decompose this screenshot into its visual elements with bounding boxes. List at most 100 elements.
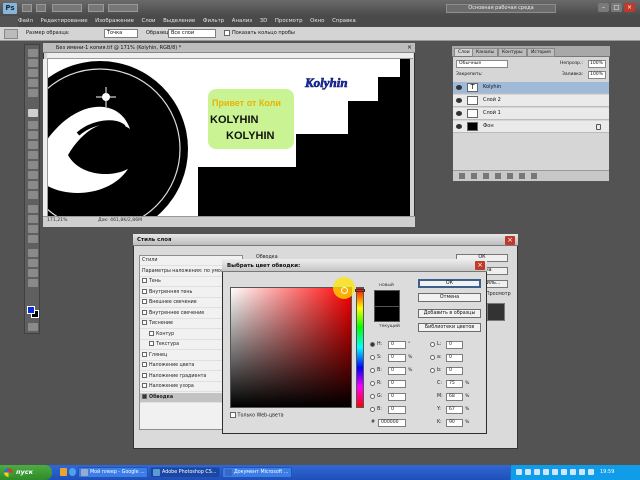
foreground-color-swatch[interactable] <box>27 306 35 314</box>
path-select-tool-icon[interactable] <box>28 225 38 233</box>
zoom-tool-icon[interactable] <box>28 279 38 287</box>
style-checkbox[interactable] <box>142 288 147 294</box>
style-checkbox[interactable] <box>142 299 147 304</box>
document-close-icon[interactable]: × <box>407 44 412 51</box>
l-input[interactable]: 0 <box>446 341 463 349</box>
3d-rotate-tool-icon[interactable] <box>28 249 38 257</box>
menu-window[interactable]: Окно <box>310 16 324 27</box>
menu-3d[interactable]: 3D <box>260 16 268 27</box>
clone-stamp-tool-icon[interactable] <box>28 141 38 149</box>
hue-slider-marker[interactable] <box>355 289 365 292</box>
style-checkbox[interactable] <box>142 278 147 283</box>
green-radio[interactable] <box>370 394 375 399</box>
link-layers-icon[interactable] <box>459 173 465 179</box>
tray-icon[interactable] <box>534 469 540 475</box>
type-tool-icon[interactable] <box>28 215 38 223</box>
picker-ok-button[interactable]: ОК <box>418 279 481 288</box>
eye-icon[interactable] <box>456 85 462 90</box>
sample-size-select[interactable]: Точка <box>104 29 138 38</box>
new-layer-icon[interactable] <box>519 173 525 179</box>
menu-select[interactable]: Выделение <box>163 16 195 27</box>
quick-select-tool-icon[interactable] <box>28 79 38 87</box>
quicklaunch-folder-icon[interactable] <box>60 468 67 476</box>
current-color-swatch[interactable] <box>374 307 400 322</box>
red-radio[interactable] <box>370 381 375 386</box>
gradient-tool-icon[interactable] <box>28 171 38 179</box>
a-input[interactable]: 0 <box>446 354 463 362</box>
shape-tool-icon[interactable] <box>28 235 38 243</box>
s-input[interactable]: 0 <box>388 354 406 362</box>
tab-history[interactable]: История <box>527 48 555 57</box>
close-icon[interactable]: × <box>624 3 635 12</box>
eye-icon[interactable] <box>456 98 462 103</box>
history-brush-tool-icon[interactable] <box>28 151 38 159</box>
hex-input[interactable]: 000000 <box>378 419 406 427</box>
tray-icon[interactable] <box>525 469 531 475</box>
tray-icon[interactable] <box>570 469 576 475</box>
style-checkbox[interactable] <box>149 341 154 346</box>
menu-view[interactable]: Просмотр <box>275 16 303 27</box>
extras-dropdown[interactable] <box>52 4 82 12</box>
layer-style-close-icon[interactable]: × <box>505 236 515 245</box>
saturation-radio[interactable] <box>370 355 375 360</box>
pen-tool-icon[interactable] <box>28 205 38 213</box>
blue-input[interactable]: 0 <box>388 406 406 414</box>
move-tool-icon[interactable] <box>28 49 38 57</box>
color-libraries-button[interactable]: Библиотеки цветов <box>418 323 481 332</box>
menu-analysis[interactable]: Анализ <box>232 16 252 27</box>
b-lab-radio[interactable] <box>430 368 435 373</box>
m-input[interactable]: 68 <box>446 393 463 401</box>
fill-input[interactable]: 100% <box>588 71 606 79</box>
show-ring-checkbox[interactable] <box>224 30 230 37</box>
menu-layers[interactable]: Слои <box>142 16 156 27</box>
eraser-tool-icon[interactable] <box>28 161 38 169</box>
picker-cancel-button[interactable]: Отмена <box>418 293 481 302</box>
eye-icon[interactable] <box>456 124 462 129</box>
task-media-player[interactable]: Мой плеер - Google ... <box>78 467 148 478</box>
menu-file[interactable]: Файл <box>18 16 33 27</box>
group-icon[interactable] <box>507 173 513 179</box>
blur-tool-icon[interactable] <box>28 181 38 189</box>
maximize-icon[interactable]: □ <box>611 3 622 12</box>
dodge-tool-icon[interactable] <box>28 191 38 199</box>
hand-tool-icon[interactable] <box>28 269 38 277</box>
lasso-tool-icon[interactable] <box>28 69 38 77</box>
hue-radio[interactable] <box>370 342 375 347</box>
quicklaunch-browser-icon[interactable] <box>69 468 76 476</box>
y-input[interactable]: 67 <box>446 406 463 414</box>
style-checkbox[interactable] <box>142 309 147 315</box>
fx-icon[interactable] <box>471 173 477 179</box>
g-input[interactable]: 0 <box>388 393 406 401</box>
style-checkbox[interactable] <box>142 320 147 325</box>
eyedropper-preset-icon[interactable] <box>4 29 18 39</box>
brightness-radio[interactable] <box>370 368 375 373</box>
trash-icon[interactable] <box>531 173 537 179</box>
tab-paths[interactable]: Контуры <box>498 48 527 57</box>
a-radio[interactable] <box>430 355 435 360</box>
hue-slider[interactable] <box>356 287 364 408</box>
color-picker-close-icon[interactable]: × <box>475 261 485 270</box>
web-colors-only-row[interactable]: Только Web-цвета <box>230 412 284 419</box>
bridge-button[interactable] <box>22 4 32 12</box>
layer-row[interactable]: Фон <box>453 121 609 133</box>
lightness-radio[interactable] <box>430 342 435 347</box>
layer-row[interactable]: T Kolyhin <box>453 82 609 94</box>
workspace-button[interactable]: Основная рабочая среда <box>446 4 556 13</box>
color-cursor-icon[interactable] <box>341 287 348 294</box>
menu-edit[interactable]: Редактирование <box>41 16 88 27</box>
task-word-document[interactable]: Документ Microsoft ... <box>222 467 292 478</box>
3d-orbit-tool-icon[interactable] <box>28 259 38 267</box>
opacity-input[interactable]: 100% <box>588 60 606 68</box>
menu-filter[interactable]: Фильтр <box>203 16 224 27</box>
tab-layers[interactable]: Слои <box>454 48 474 56</box>
zoom-value[interactable]: 171,21% <box>47 218 67 223</box>
style-checkbox[interactable] <box>142 362 147 367</box>
language-icon[interactable] <box>588 469 594 475</box>
hand-tool-button[interactable] <box>88 4 104 12</box>
healing-brush-tool-icon[interactable] <box>28 121 38 129</box>
saturation-brightness-field[interactable] <box>230 287 352 408</box>
h-input[interactable]: 0 <box>388 341 406 349</box>
minibridge-button[interactable] <box>36 4 46 12</box>
tray-icon[interactable] <box>543 469 549 475</box>
brush-tool-icon[interactable] <box>28 131 38 139</box>
